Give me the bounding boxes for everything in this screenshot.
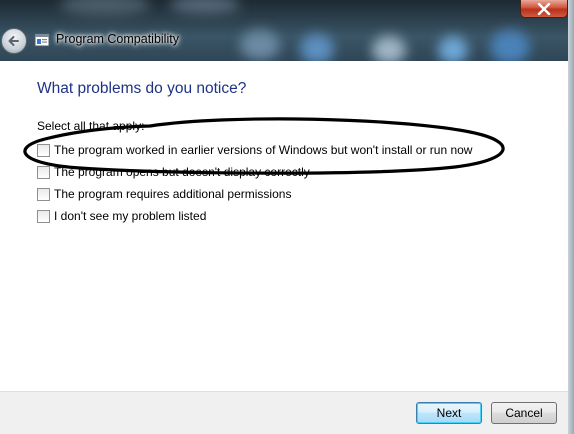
instruction-text: Select all that apply: [37,119,145,133]
glass-blur [438,36,468,61]
back-button[interactable] [1,28,27,54]
option-label: The program opens but doesn't display co… [54,165,310,179]
option-label: The program requires additional permissi… [54,187,292,201]
next-button[interactable]: Next [416,402,482,424]
window-border [568,0,574,434]
page-heading: What problems do you notice? [37,80,247,97]
option-label: The program worked in earlier versions o… [54,143,473,157]
glass-blur [372,36,406,61]
glass-blur [60,0,150,16]
window-title: Program Compatibility [56,32,179,46]
wizard-icon [34,33,50,47]
close-button[interactable] [520,0,568,18]
checkbox[interactable] [37,209,50,223]
checkbox[interactable] [37,165,50,179]
checkbox[interactable] [37,143,50,157]
option-label: I don't see my problem listed [54,209,207,223]
program-compatibility-window: Program Compatibility What problems do y… [0,0,574,434]
cancel-button[interactable]: Cancel [491,402,557,424]
option-not-listed[interactable]: I don't see my problem listed [37,208,206,224]
back-arrow-icon [8,36,19,46]
glass-blur [240,30,280,60]
glass-blur [300,34,334,61]
button-bar: Next Cancel [0,391,574,434]
wizard-content: What problems do you notice? Select all … [0,61,574,391]
close-icon [537,2,551,15]
option-display-incorrectly[interactable]: The program opens but doesn't display co… [37,164,310,180]
glass-blur [490,30,530,61]
title-bar: Program Compatibility [0,0,574,61]
option-earlier-versions[interactable]: The program worked in earlier versions o… [37,142,472,158]
checkbox[interactable] [37,187,50,201]
option-additional-permissions[interactable]: The program requires additional permissi… [37,186,291,202]
glass-blur [170,0,240,14]
